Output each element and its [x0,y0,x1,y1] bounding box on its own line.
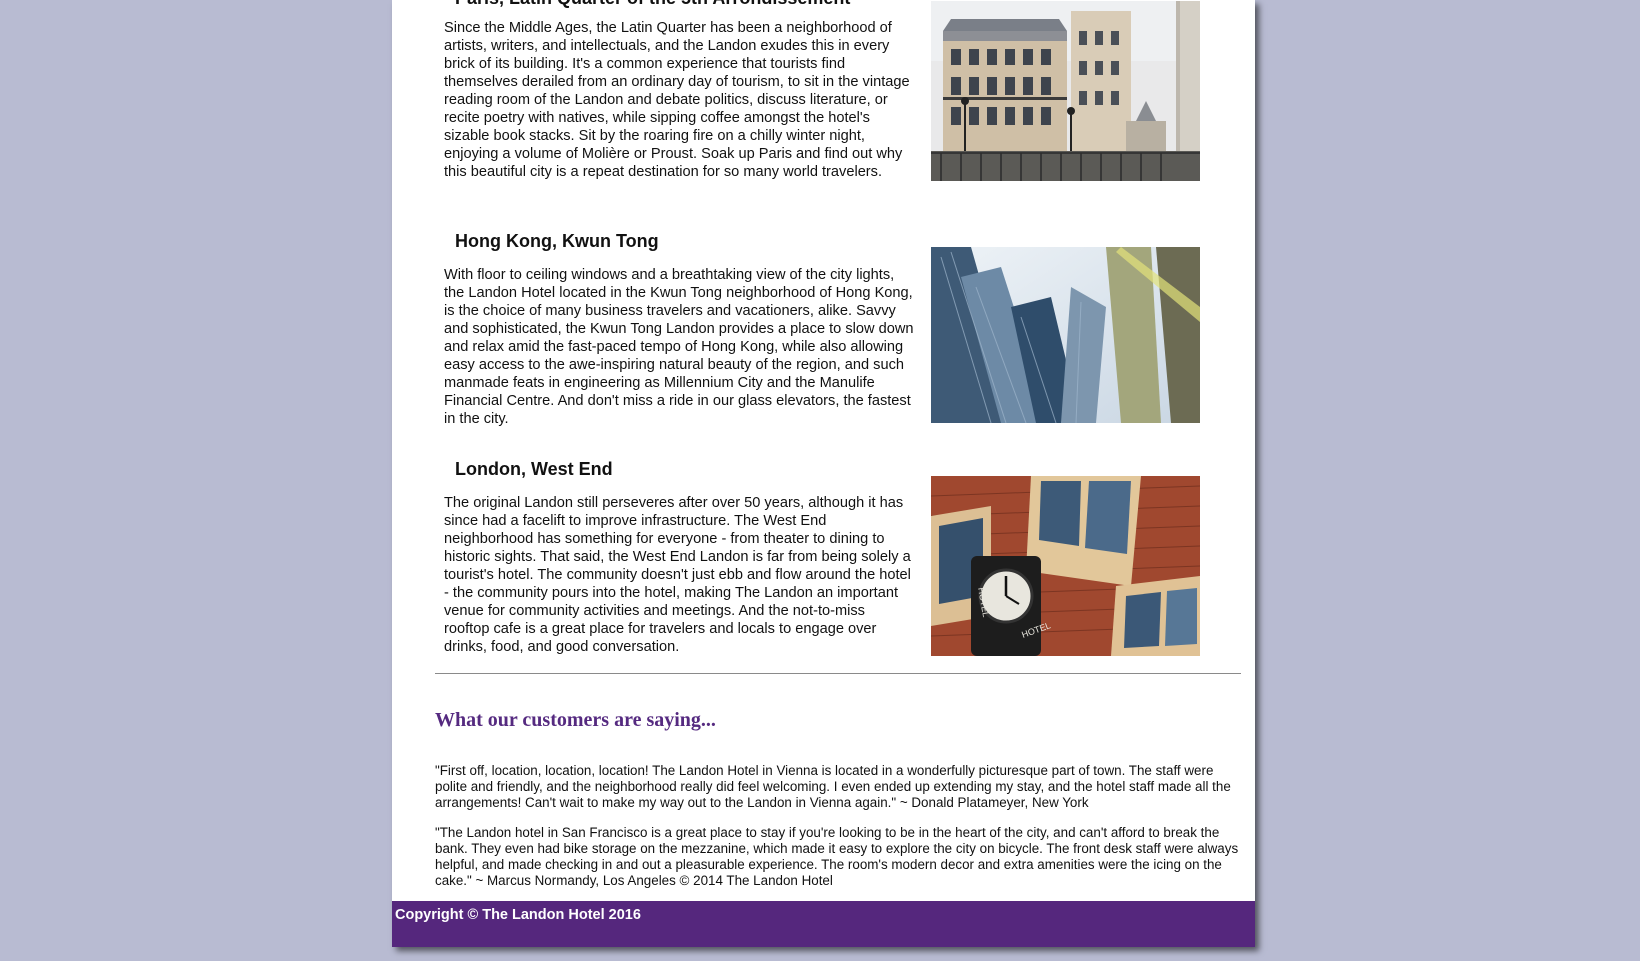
hong-kong-photo [931,247,1200,423]
location-title: Paris, Latin Quarter of the 5th Arrondis… [455,0,850,9]
testimonials-heading: What our customers are saying... [435,709,716,731]
london-photo: HOTEL HOTEL [931,476,1200,656]
section-divider [435,673,1241,674]
location-description: With floor to ceiling windows and a brea… [444,267,914,427]
location-description: The original Landon still perseveres aft… [444,495,911,655]
page-container: Paris, Latin Quarter of the 5th Arrondis… [392,0,1255,947]
testimonial-quote: "First off, location, location, location… [435,763,1231,810]
testimonial-quote: "The Landon hotel in San Francisco is a … [435,825,1239,888]
footer: Copyright © The Landon Hotel 2016 [392,901,1255,947]
location-title: Hong Kong, Kwun Tong [455,231,659,251]
location-description: Since the Middle Ages, the Latin Quarter… [444,20,910,180]
paris-photo [931,1,1200,181]
location-title: London, West End [455,459,613,479]
copyright-text: Copyright © The Landon Hotel 2016 [395,907,641,923]
